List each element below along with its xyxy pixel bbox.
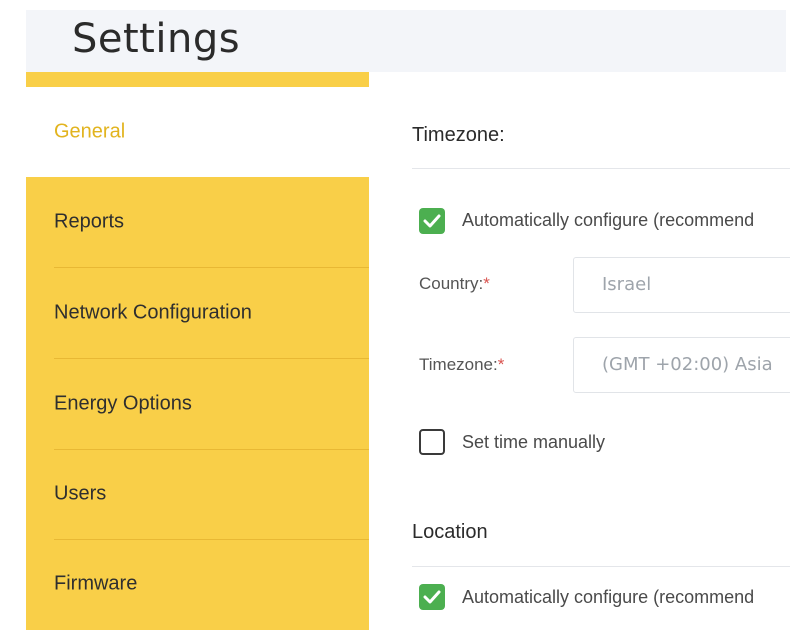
set-time-manually-label: Set time manually	[462, 432, 606, 452]
header-bar: Settings	[26, 10, 786, 72]
country-label: Country:*	[419, 274, 490, 294]
location-auto-label: Automatically configure (recommend	[462, 587, 755, 607]
sidebar-item-energy-options[interactable]: Energy Options	[26, 359, 369, 449]
sidebar-item-label: Network Configuration	[54, 301, 252, 324]
settings-content: Timezone: Automatically configure (recom…	[369, 72, 790, 630]
sidebar-item-users[interactable]: Users	[26, 449, 369, 539]
section-divider	[412, 566, 790, 567]
timezone-section-title: Timezone:	[412, 124, 505, 146]
sidebar-item-label: Firmware	[54, 572, 138, 595]
timezone-label: Timezone:*	[419, 355, 504, 375]
sidebar-item-firmware[interactable]: Firmware	[26, 539, 369, 629]
country-label-text: Country:	[419, 274, 484, 293]
sidebar-item-label: General	[54, 120, 126, 143]
checkmark-icon	[423, 214, 441, 228]
location-auto-checkbox[interactable]	[419, 584, 445, 610]
required-mark: *	[497, 355, 505, 374]
checkmark-icon	[423, 590, 441, 604]
sidebar-item-general[interactable]: General	[26, 87, 369, 177]
section-divider	[412, 168, 790, 169]
sidebar: General Reports Network Configuration En…	[26, 72, 369, 630]
required-mark: *	[483, 274, 490, 293]
timezone-auto-label: Automatically configure (recommend	[462, 210, 755, 230]
sidebar-item-reports[interactable]: Reports	[26, 177, 369, 267]
sidebar-accent-bar	[26, 72, 369, 87]
sidebar-item-label: Energy Options	[54, 392, 192, 415]
set-time-manually-checkbox[interactable]	[419, 429, 445, 455]
sidebar-item-label: Users	[54, 482, 107, 505]
country-field[interactable]: Israel	[573, 257, 790, 313]
sidebar-item-network-configuration[interactable]: Network Configuration	[26, 268, 369, 358]
timezone-field[interactable]: (GMT +02:00) Asia	[573, 337, 790, 393]
page-title: Settings	[72, 16, 241, 62]
timezone-auto-checkbox[interactable]	[419, 208, 445, 234]
location-section-title: Location	[412, 521, 488, 543]
timezone-label-text: Timezone:	[419, 355, 498, 374]
sidebar-item-label: Reports	[54, 210, 125, 233]
